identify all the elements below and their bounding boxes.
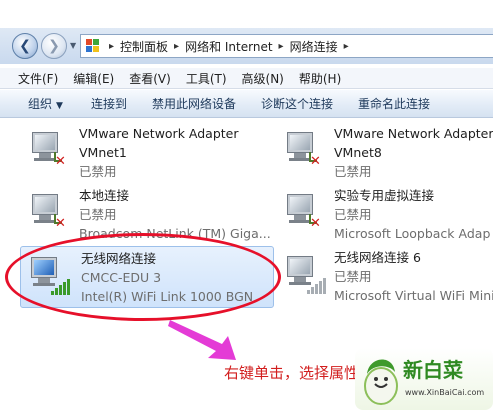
connection-subname: VMnet8 bbox=[334, 145, 382, 160]
annotation-text: 右键单击，选择属性 bbox=[224, 364, 360, 382]
menu-view[interactable]: 查看(V) bbox=[129, 70, 171, 87]
network-disabled-icon: ✕ bbox=[28, 130, 68, 172]
annotation-arrow-icon bbox=[168, 320, 236, 360]
connection-subname: VMnet1 bbox=[79, 145, 127, 160]
menu-tools[interactable]: 工具(T) bbox=[186, 70, 227, 87]
rename-button[interactable]: 重命名此连接 bbox=[358, 95, 430, 112]
diagnose-button[interactable]: 诊断这个连接 bbox=[261, 95, 333, 112]
organize-label: 组织 bbox=[28, 97, 53, 111]
watermark-brand: 新白菜 bbox=[403, 358, 463, 382]
disable-device-button[interactable]: 禁用此网络设备 bbox=[152, 95, 236, 112]
connection-item-vmnet8[interactable]: ✕ VMware Network Adapter VMnet8 已禁用 bbox=[277, 122, 493, 184]
network-connections-window: ❮ ❯ ▼ ▸ 控制面板 ▸ 网络和 Internet ▸ 网络连接 ▸ 文件(… bbox=[0, 0, 493, 412]
connection-device: Microsoft Virtual WiFi Mini bbox=[334, 288, 493, 303]
menu-help[interactable]: 帮助(H) bbox=[299, 70, 341, 87]
connection-name: 无线网络连接 6 bbox=[334, 250, 421, 265]
breadcrumb-network-internet[interactable]: 网络和 Internet bbox=[185, 38, 272, 55]
wireless-disabled-icon bbox=[283, 254, 326, 296]
back-button[interactable]: ❮ bbox=[12, 33, 38, 59]
connection-status: 已禁用 bbox=[334, 207, 372, 222]
cabbage-icon bbox=[364, 359, 398, 405]
breadcrumb[interactable]: ▸ 控制面板 ▸ 网络和 Internet ▸ 网络连接 ▸ bbox=[80, 34, 493, 58]
connection-item-vmnet1[interactable]: ✕ VMware Network Adapter VMnet1 已禁用 bbox=[22, 122, 272, 184]
menu-advanced[interactable]: 高级(N) bbox=[242, 70, 284, 87]
organize-button[interactable]: 组织 ▼ bbox=[28, 95, 63, 112]
connection-name: 本地连接 bbox=[79, 188, 130, 203]
network-disabled-icon: ✕ bbox=[283, 192, 323, 234]
menu-file[interactable]: 文件(F) bbox=[18, 70, 58, 87]
connection-status: 已禁用 bbox=[334, 269, 372, 284]
connection-name: VMware Network Adapter bbox=[79, 126, 239, 141]
annotation-ellipse bbox=[5, 233, 281, 321]
connection-status: 已禁用 bbox=[79, 207, 117, 222]
breadcrumb-separator-icon: ▸ bbox=[343, 40, 349, 52]
connection-item-virtual[interactable]: ✕ 实验专用虚拟连接 已禁用 Microsoft Loopback Adap bbox=[277, 184, 493, 246]
menu-edit[interactable]: 编辑(E) bbox=[73, 70, 114, 87]
address-bar: ❮ ❯ ▼ ▸ 控制面板 ▸ 网络和 Internet ▸ 网络连接 ▸ bbox=[0, 28, 493, 64]
connect-to-button[interactable]: 连接到 bbox=[91, 95, 127, 112]
forward-button[interactable]: ❯ bbox=[41, 33, 67, 59]
history-dropdown-icon[interactable]: ▼ bbox=[70, 41, 78, 50]
breadcrumb-separator-icon: ▸ bbox=[278, 40, 284, 52]
connection-name: VMware Network Adapter bbox=[334, 126, 493, 141]
network-disabled-icon: ✕ bbox=[28, 192, 68, 234]
breadcrumb-separator-icon: ▸ bbox=[109, 40, 115, 52]
watermark-logo: 新白菜 www.XinBaiCai.com bbox=[355, 348, 493, 410]
forward-arrow-icon: ❯ bbox=[48, 38, 60, 54]
connection-item-wireless-6[interactable]: 无线网络连接 6 已禁用 Microsoft Virtual WiFi Mini bbox=[277, 246, 493, 308]
connection-device: Microsoft Loopback Adap bbox=[334, 226, 491, 241]
control-panel-icon bbox=[85, 38, 103, 54]
connection-status: 已禁用 bbox=[334, 164, 372, 179]
back-arrow-icon: ❮ bbox=[19, 38, 31, 54]
chevron-down-icon: ▼ bbox=[56, 101, 63, 111]
network-disabled-icon: ✕ bbox=[283, 130, 323, 172]
command-toolbar: 组织 ▼ 连接到 禁用此网络设备 诊断这个连接 重命名此连接 bbox=[0, 90, 493, 118]
breadcrumb-separator-icon: ▸ bbox=[174, 40, 180, 52]
watermark-url: www.XinBaiCai.com bbox=[405, 388, 485, 397]
connection-status: 已禁用 bbox=[79, 164, 117, 179]
menu-bar: 文件(F) 编辑(E) 查看(V) 工具(T) 高级(N) 帮助(H) bbox=[0, 68, 493, 89]
breadcrumb-control-panel[interactable]: 控制面板 bbox=[120, 38, 168, 55]
connection-name: 实验专用虚拟连接 bbox=[334, 188, 435, 203]
breadcrumb-network-connections[interactable]: 网络连接 bbox=[290, 38, 338, 55]
